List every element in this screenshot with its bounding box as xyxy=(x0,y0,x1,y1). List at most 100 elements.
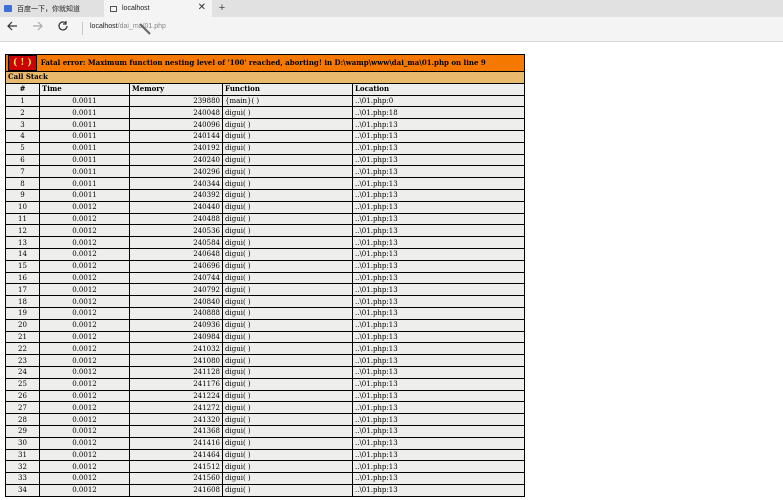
table-row: 6 0.0011 240240 digui( ) ..\01.php:13 xyxy=(5,153,525,167)
stack-cell-function: digui( ) xyxy=(222,448,353,462)
stack-cell-number: 9 xyxy=(5,188,40,202)
stack-cell-number: 25 xyxy=(5,377,40,391)
table-row: 25 0.0012 241176 digui( ) ..\01.php:13 xyxy=(5,377,525,391)
stack-cell-time: 0.0012 xyxy=(39,365,130,379)
stack-cell-function: digui( ) xyxy=(222,224,353,238)
stack-cell-memory: 240344 xyxy=(129,177,223,190)
stack-cell-function: digui( ) xyxy=(222,188,353,202)
reload-icon xyxy=(58,21,68,31)
table-row: 5 0.0011 240192 digui( ) ..\01.php:13 xyxy=(5,141,525,155)
table-row: 23 0.0012 241080 digui( ) ..\01.php:13 xyxy=(5,354,525,367)
page-favicon-icon xyxy=(110,5,117,12)
table-row: 32 0.0012 241512 digui( ) ..\01.php:13 xyxy=(5,460,525,474)
stack-cell-memory: 240744 xyxy=(129,271,223,285)
table-row: 12 0.0012 240536 digui( ) ..\01.php:13 xyxy=(5,224,525,238)
stack-cell-memory: 240536 xyxy=(129,224,223,238)
stack-cell-location: ..\01.php:13 xyxy=(352,306,525,320)
stack-cell-memory: 241272 xyxy=(129,401,223,415)
column-header-number: # xyxy=(5,82,40,96)
stack-cell-number: 8 xyxy=(5,177,40,190)
stack-cell-number: 17 xyxy=(5,283,40,297)
stack-cell-location: ..\01.php:13 xyxy=(352,354,525,367)
stack-cell-number: 10 xyxy=(5,200,40,214)
stack-cell-memory: 241512 xyxy=(129,460,223,474)
stack-cell-location: ..\01.php:13 xyxy=(352,365,525,379)
error-badge: ( ! ) xyxy=(8,55,37,71)
call-stack-title: Call Stack xyxy=(5,71,525,84)
stack-cell-location: ..\01.php:13 xyxy=(352,483,525,497)
stack-cell-time: 0.0012 xyxy=(39,271,130,285)
stack-cell-location: ..\01.php:18 xyxy=(352,106,525,120)
stack-cell-memory: 241128 xyxy=(129,365,223,379)
stack-cell-time: 0.0011 xyxy=(39,153,130,167)
stack-cell-location: ..\01.php:13 xyxy=(352,377,525,391)
table-row: 31 0.0012 241464 digui( ) ..\01.php:13 xyxy=(5,448,525,462)
tab-baidu[interactable]: 百度一下，你就知道 xyxy=(0,0,104,17)
stack-cell-memory: 240648 xyxy=(129,247,223,261)
table-row: 2 0.0011 240048 digui( ) ..\01.php:18 xyxy=(5,106,525,120)
stack-cell-location: ..\01.php:0 xyxy=(352,94,525,108)
stack-cell-location: ..\01.php:13 xyxy=(352,472,525,485)
stack-cell-time: 0.0012 xyxy=(39,318,130,332)
stack-cell-function: digui( ) xyxy=(222,153,353,167)
stack-cell-memory: 241224 xyxy=(129,389,223,403)
stack-cell-number: 33 xyxy=(5,472,40,485)
stack-cell-number: 16 xyxy=(5,271,40,285)
reload-button[interactable] xyxy=(55,20,71,36)
stack-cell-time: 0.0011 xyxy=(39,141,130,155)
stack-cell-number: 14 xyxy=(5,247,40,261)
table-row: 24 0.0012 241128 digui( ) ..\01.php:13 xyxy=(5,365,525,379)
tab-localhost[interactable]: localhost ✕ xyxy=(104,0,212,17)
new-tab-button[interactable]: + xyxy=(216,0,228,17)
stack-cell-location: ..\01.php:13 xyxy=(352,389,525,403)
table-row: 27 0.0012 241272 digui( ) ..\01.php:13 xyxy=(5,401,525,415)
stack-cell-function: digui( ) xyxy=(222,365,353,379)
stack-cell-time: 0.0012 xyxy=(39,283,130,297)
stack-cell-memory: 240888 xyxy=(129,306,223,320)
stack-cell-location: ..\01.php:13 xyxy=(352,271,525,285)
stack-cell-number: 34 xyxy=(5,483,40,497)
stack-cell-number: 27 xyxy=(5,401,40,415)
stack-cell-function: digui( ) xyxy=(222,342,353,356)
stack-cell-location: ..\01.php:13 xyxy=(352,247,525,261)
stack-cell-number: 26 xyxy=(5,389,40,403)
stack-cell-location: ..\01.php:13 xyxy=(352,318,525,332)
stack-cell-memory: 240240 xyxy=(129,153,223,167)
stack-cell-function: digui( ) xyxy=(222,401,353,415)
stack-cell-memory: 241368 xyxy=(129,424,223,438)
stack-cell-function: digui( ) xyxy=(222,118,353,131)
address-bar[interactable]: localhost/dai_ma/01.php xyxy=(90,23,166,30)
stack-cell-location: ..\01.php:13 xyxy=(352,129,525,143)
close-tab-icon[interactable]: ✕ xyxy=(198,2,206,14)
stack-cell-location: ..\01.php:13 xyxy=(352,424,525,438)
stack-cell-time: 0.0012 xyxy=(39,247,130,261)
stack-cell-time: 0.0012 xyxy=(39,401,130,415)
table-row: 15 0.0012 240696 digui( ) ..\01.php:13 xyxy=(5,259,525,273)
tab-title: localhost xyxy=(122,5,150,12)
stack-cell-memory: 240192 xyxy=(129,141,223,155)
table-row: 16 0.0012 240744 digui( ) ..\01.php:13 xyxy=(5,271,525,285)
stack-cell-number: 13 xyxy=(5,236,40,249)
stack-cell-time: 0.0011 xyxy=(39,118,130,131)
stack-cell-number: 28 xyxy=(5,413,40,426)
stack-cell-number: 1 xyxy=(5,94,40,108)
stack-cell-function: digui( ) xyxy=(222,247,353,261)
stack-cell-memory: 241176 xyxy=(129,377,223,391)
stack-cell-time: 0.0012 xyxy=(39,354,130,367)
stack-cell-time: 0.0012 xyxy=(39,413,130,426)
stack-cell-location: ..\01.php:13 xyxy=(352,342,525,356)
stack-cell-memory: 240392 xyxy=(129,188,223,202)
forward-button[interactable] xyxy=(30,20,46,36)
xdebug-error-table: ( ! ) Fatal error: Maximum function nesti… xyxy=(5,54,525,497)
table-row: 10 0.0012 240440 digui( ) ..\01.php:13 xyxy=(5,200,525,214)
stack-cell-function: digui( ) xyxy=(222,212,353,226)
tab-title: 百度一下，你就知道 xyxy=(17,5,80,13)
back-button[interactable] xyxy=(4,20,20,36)
stack-cell-function: {main}( ) xyxy=(222,94,353,108)
stack-cell-function: digui( ) xyxy=(222,377,353,391)
stack-cell-function: digui( ) xyxy=(222,306,353,320)
stack-cell-number: 6 xyxy=(5,153,40,167)
stack-cell-function: digui( ) xyxy=(222,483,353,497)
stack-cell-time: 0.0012 xyxy=(39,295,130,308)
stack-cell-time: 0.0012 xyxy=(39,306,130,320)
